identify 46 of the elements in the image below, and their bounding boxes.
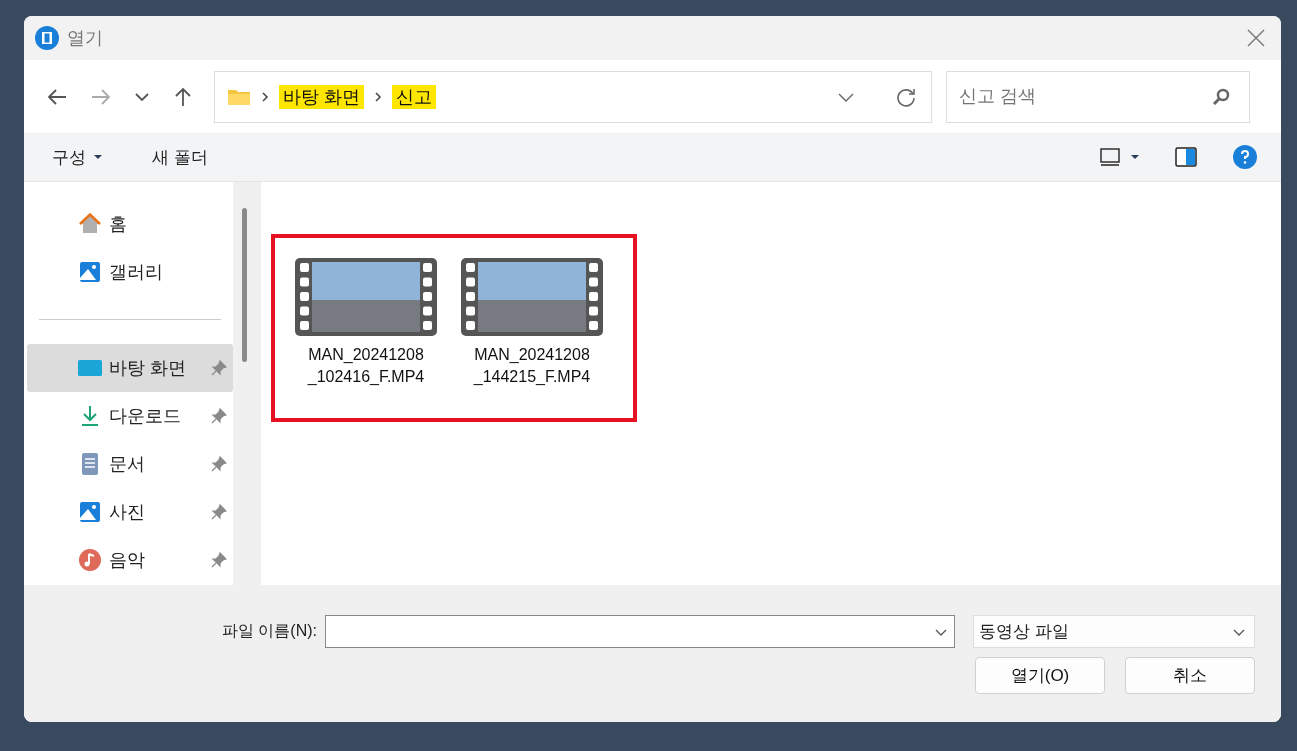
address-bar[interactable]: 바탕 화면 신고 [214, 70, 932, 123]
close-icon[interactable] [1247, 29, 1265, 47]
pin-icon [211, 360, 227, 376]
file-name-field[interactable] [325, 615, 955, 648]
sidebar-item[interactable]: 다운로드 [27, 392, 233, 440]
sidebar-item[interactable]: 갤러리 [27, 248, 233, 296]
search-icon [1212, 87, 1230, 106]
pin-icon [211, 504, 227, 520]
new-folder-button[interactable]: 새 폴더 [142, 141, 218, 173]
home-icon [78, 212, 102, 236]
window-title: 열기 [67, 27, 103, 50]
file-item[interactable]: MAN_20241208_144215_F.MP4 [461, 258, 603, 418]
file-item[interactable]: MAN_20241208_102416_F.MP4 [295, 258, 437, 418]
file-name-label: 파일 이름(N): [221, 621, 317, 641]
pin-icon [211, 456, 227, 472]
chevron-right-icon [374, 90, 382, 103]
sidebar-item[interactable]: 문서 [27, 440, 233, 488]
caret-icon[interactable] [1131, 154, 1139, 160]
pin-icon [211, 408, 227, 424]
pin-icon [211, 552, 227, 568]
film-icon [35, 26, 59, 50]
breadcrumb-item[interactable]: 바탕 화면 [279, 84, 364, 109]
desktop-icon [77, 358, 103, 378]
picture-icon [78, 260, 102, 284]
file-type-dropdown[interactable]: 동영상 파일 [973, 615, 1255, 648]
picture-icon [78, 500, 102, 524]
view-icon[interactable] [1099, 147, 1121, 167]
document-icon [80, 452, 100, 476]
scrollbar-thumb[interactable] [242, 208, 247, 362]
breadcrumb-item[interactable]: 신고 [392, 84, 436, 109]
sidebar-item[interactable]: 바탕 화면 [27, 344, 233, 392]
preview-pane-icon[interactable] [1175, 147, 1197, 167]
cancel-button[interactable]: 취소 [1125, 657, 1255, 694]
caret-icon [94, 154, 102, 160]
download-icon [79, 404, 101, 428]
help-icon[interactable] [1233, 145, 1257, 169]
search-field[interactable]: 신고 검색 [946, 70, 1250, 123]
sidebar-item[interactable]: 음악 [27, 536, 233, 584]
music-icon [78, 548, 102, 572]
sidebar-item[interactable]: 홈 [27, 200, 233, 248]
organize-button[interactable]: 구성 [42, 141, 112, 173]
file-name: MAN_20241208_102416_F.MP4 [307, 345, 425, 387]
open-button[interactable]: 열기(O) [975, 657, 1105, 694]
file-name: MAN_20241208_144215_F.MP4 [473, 345, 591, 387]
sidebar-item[interactable]: 사진 [27, 488, 233, 536]
chevron-right-icon [261, 90, 269, 103]
